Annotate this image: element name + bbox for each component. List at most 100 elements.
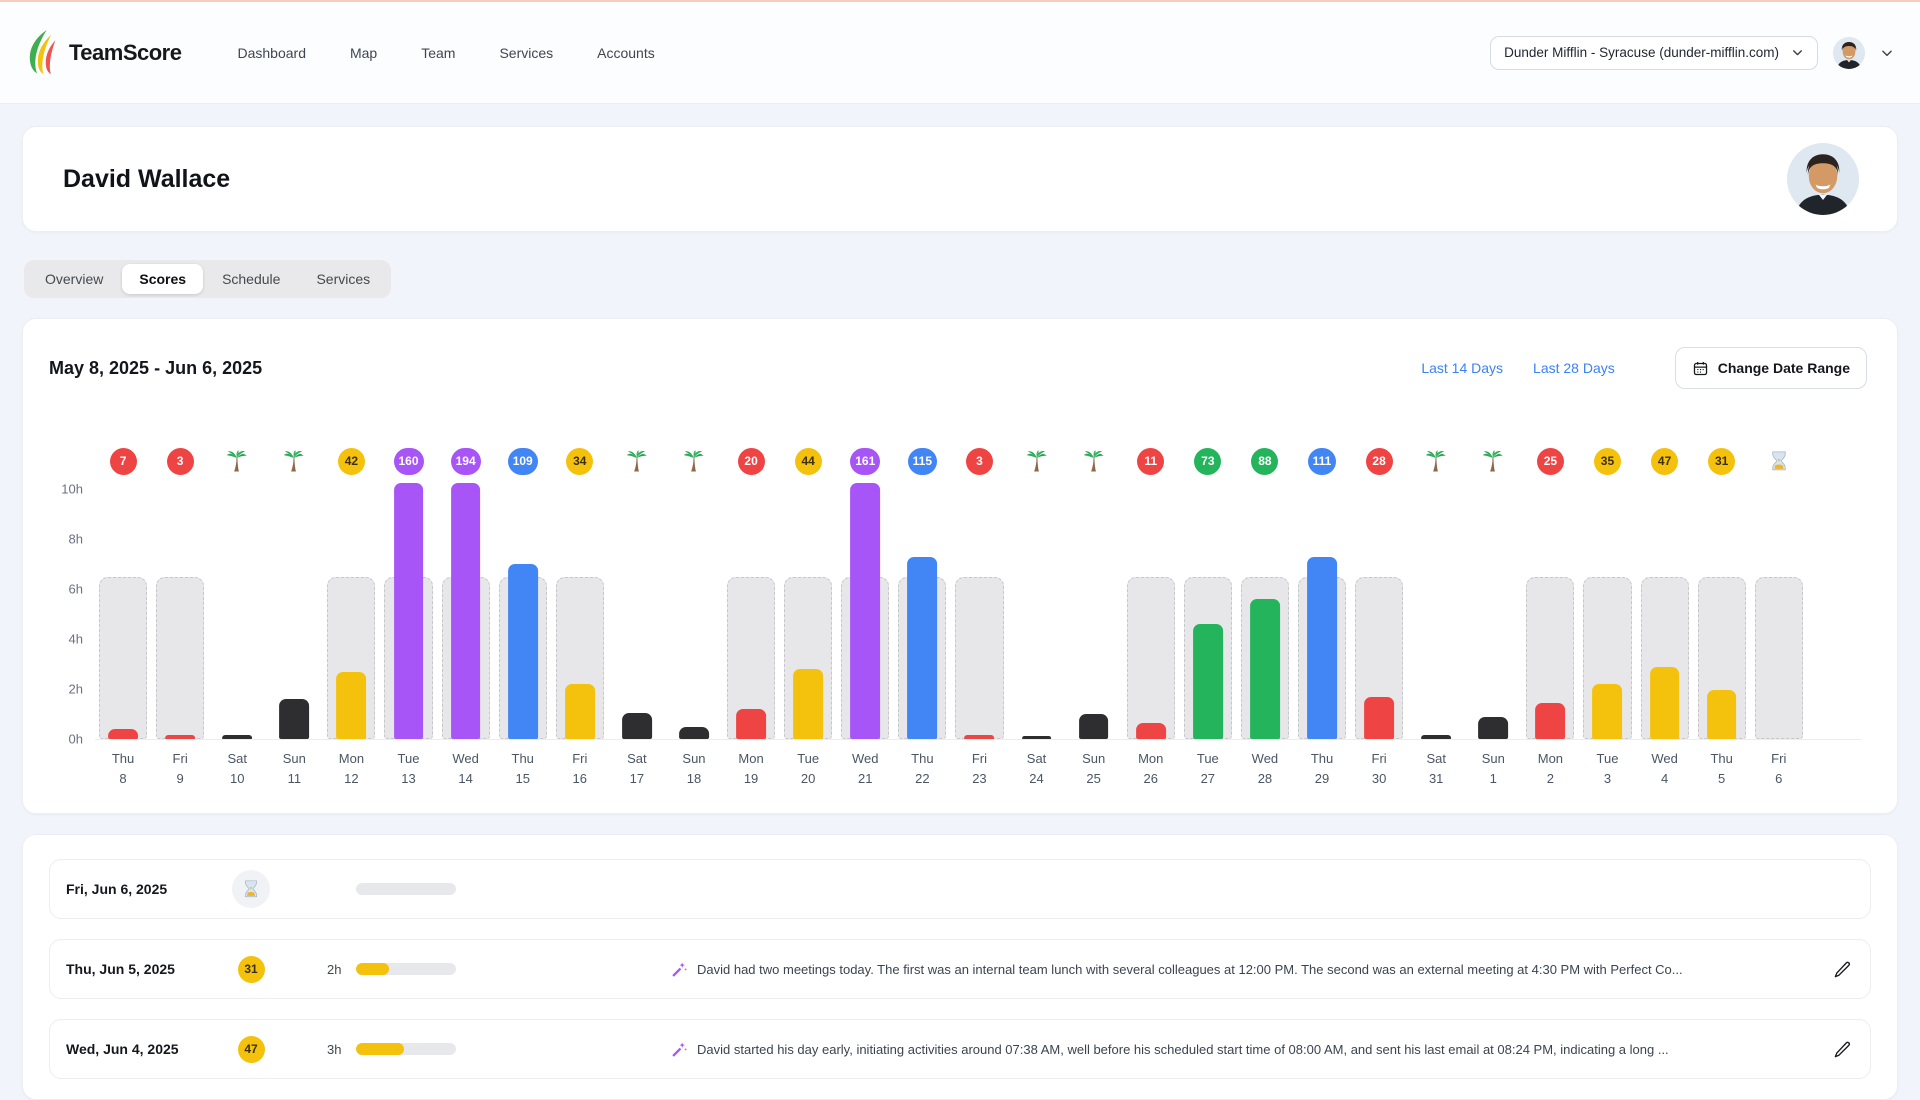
chart-day-column-sat-31[interactable]: Sat31 [1412,447,1460,789]
chart-day-column-wed-14[interactable]: 194Wed14 [442,447,490,789]
y-axis-tick-6h: 6h [69,582,83,597]
org-selector[interactable]: Dunder Mifflin - Syracuse (dunder-miffli… [1490,36,1818,70]
score-badge-slot: 31 [1708,447,1735,475]
brand[interactable]: TeamScore [26,30,181,76]
bar-area [1355,489,1403,739]
chart-day-column-mon-2[interactable]: 25Mon2 [1526,447,1574,789]
tracked-hours-bar [965,735,995,739]
nav-item-accounts[interactable]: Accounts [597,45,655,61]
day-off-badge-slot [683,447,705,475]
x-axis-label: Wed4 [1651,749,1678,789]
hours-progress-fill [356,963,389,975]
chart-day-column-mon-26[interactable]: 11Mon26 [1127,447,1175,789]
chart-day-column-sun-1[interactable]: Sun1 [1469,447,1517,789]
chart-day-column-wed-4[interactable]: 47Wed4 [1641,447,1689,789]
x-axis-label: Wed28 [1252,749,1279,789]
score-badge: 88 [1251,448,1278,475]
scheduled-hours-bar [955,577,1003,740]
edit-summary-button[interactable] [1831,958,1854,981]
score-badge-slot: 11 [1137,447,1164,475]
score-badge-slot: 3 [167,447,194,475]
scheduled-hours-bar [99,577,147,740]
tracked-hours-bar [1478,717,1508,740]
nav-item-team[interactable]: Team [421,45,455,61]
x-axis-label: Mon19 [738,749,763,789]
score-badge-slot: 35 [1594,447,1621,475]
brand-name: TeamScore [69,40,181,66]
chart-day-column-wed-21[interactable]: 161Wed21 [841,447,889,789]
chart-day-column-fri-16[interactable]: 34Fri16 [556,447,604,789]
bar-area [1412,489,1460,739]
chart-day-column-sat-24[interactable]: Sat24 [1013,447,1061,789]
chart-day-column-sun-25[interactable]: Sun25 [1070,447,1118,789]
tracked-hours-bar [1136,723,1166,739]
x-axis-label: Sat24 [1027,749,1047,789]
last-28-days-link[interactable]: Last 28 Days [1533,360,1615,376]
edit-icon [1833,1040,1852,1059]
score-badge-slot: 194 [451,447,481,475]
chart-day-column-tue-20[interactable]: 44Tue20 [784,447,832,789]
x-axis-label: Thu15 [512,749,534,789]
y-axis-tick-2h: 2h [69,682,83,697]
tab-overview[interactable]: Overview [28,264,120,294]
score-badge: 111 [1308,448,1337,475]
chart-day-column-mon-12[interactable]: 42Mon12 [327,447,375,789]
chart-day-column-sat-17[interactable]: Sat17 [613,447,661,789]
hours-progress-bar [356,883,456,895]
nav-item-services[interactable]: Services [499,45,553,61]
scheduled-hours-bar [156,577,204,740]
x-axis-label: Wed21 [852,749,879,789]
chart-day-column-thu-29[interactable]: 111Thu29 [1298,447,1346,789]
tab-scores[interactable]: Scores [122,264,203,294]
chart-day-column-tue-27[interactable]: 73Tue27 [1184,447,1232,789]
chart-day-column-wed-28[interactable]: 88 Wed28 [1241,447,1289,789]
chart-day-column-fri-6[interactable]: Fri6 [1755,447,1803,789]
chart-day-column-sun-11[interactable]: Sun11 [270,447,318,789]
nav-item-dashboard[interactable]: Dashboard [237,45,306,61]
palm-tree-icon [1026,449,1048,473]
chart-day-column-thu-15[interactable]: 109 Thu15 [499,447,547,789]
score-badge: 109 [508,448,538,475]
edit-summary-button[interactable] [1831,1038,1854,1061]
score-badge-slot: 25 [1537,447,1564,475]
score-badge: 44 [795,448,822,475]
bar-area [784,489,832,739]
x-axis-label: Sun18 [682,749,705,789]
chart-day-column-sun-18[interactable]: Sun18 [670,447,718,789]
tracked-hours-bar [1193,624,1223,739]
change-date-range-button[interactable]: Change Date Range [1675,347,1867,389]
palm-tree-icon [1482,449,1504,473]
chart-day-column-fri-23[interactable]: 3Fri23 [955,447,1003,789]
day-off-badge-slot [283,447,305,475]
chart-day-column-mon-19[interactable]: 20Mon19 [727,447,775,789]
chart-day-column-tue-13[interactable]: 160Tue13 [384,447,432,789]
bar-area [213,489,261,739]
day-row-date: Fri, Jun 6, 2025 [66,881,201,897]
tracked-hours-bar [679,727,709,740]
bar-area [1755,489,1803,739]
chart-day-column-fri-30[interactable]: 28Fri30 [1355,447,1403,789]
nav-item-map[interactable]: Map [350,45,377,61]
x-axis-label: Sat17 [627,749,647,789]
tab-schedule[interactable]: Schedule [205,264,297,294]
last-14-days-link[interactable]: Last 14 Days [1421,360,1503,376]
tracked-hours-bar [1022,736,1052,739]
bar-area [156,489,204,739]
chart-day-column-thu-22[interactable]: 115Thu22 [898,447,946,789]
ai-day-summary: David had two meetings today. The first … [671,961,1811,978]
chart-day-column-sat-10[interactable]: Sat10 [213,447,261,789]
hourglass-icon [243,880,259,898]
tab-services[interactable]: Services [299,264,387,294]
chart-day-column-thu-5[interactable]: 31Thu5 [1698,447,1746,789]
top-nav-bar: TeamScore Dashboard Map Team Services Accoun… [0,2,1920,104]
chart-day-column-thu-8[interactable]: 7Thu8 [99,447,147,789]
day-list: Fri, Jun 6, 2025 Thu, Jun 5, 2025312h Da… [49,859,1871,1079]
x-axis-label: Fri23 [972,749,987,789]
score-badge: 3 [167,448,194,475]
chart-day-column-fri-9[interactable]: 3Fri9 [156,447,204,789]
user-menu-chevron-icon[interactable] [1880,46,1894,60]
tracked-hours-bar [508,564,538,739]
tracked-hours-bar [1593,684,1623,739]
user-avatar[interactable] [1833,37,1865,69]
chart-day-column-tue-3[interactable]: 35Tue3 [1583,447,1631,789]
